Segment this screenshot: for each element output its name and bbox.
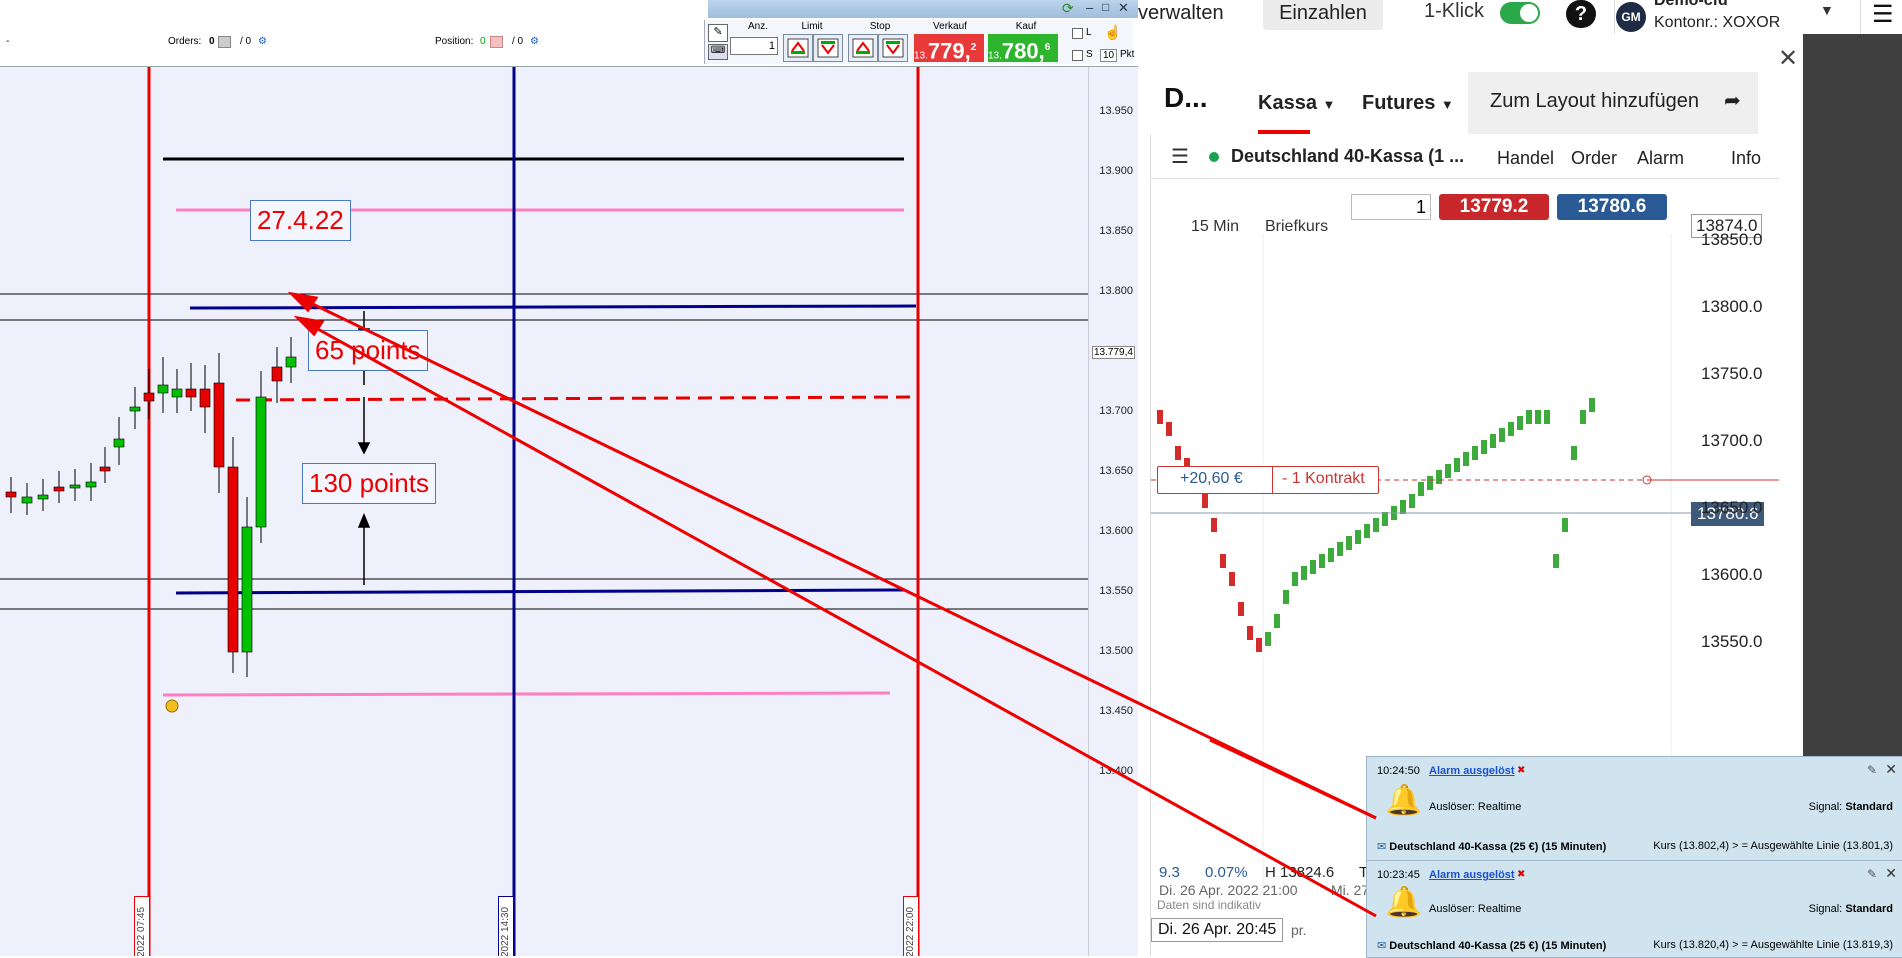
arrow-overlay <box>287 291 1377 918</box>
red-arrow-2 <box>297 316 1377 918</box>
red-arrow-1-extension <box>1209 738 1377 820</box>
red-arrow-2-head <box>293 315 325 337</box>
red-arrow-1-head <box>287 291 319 313</box>
red-arrow-1 <box>291 292 1377 820</box>
